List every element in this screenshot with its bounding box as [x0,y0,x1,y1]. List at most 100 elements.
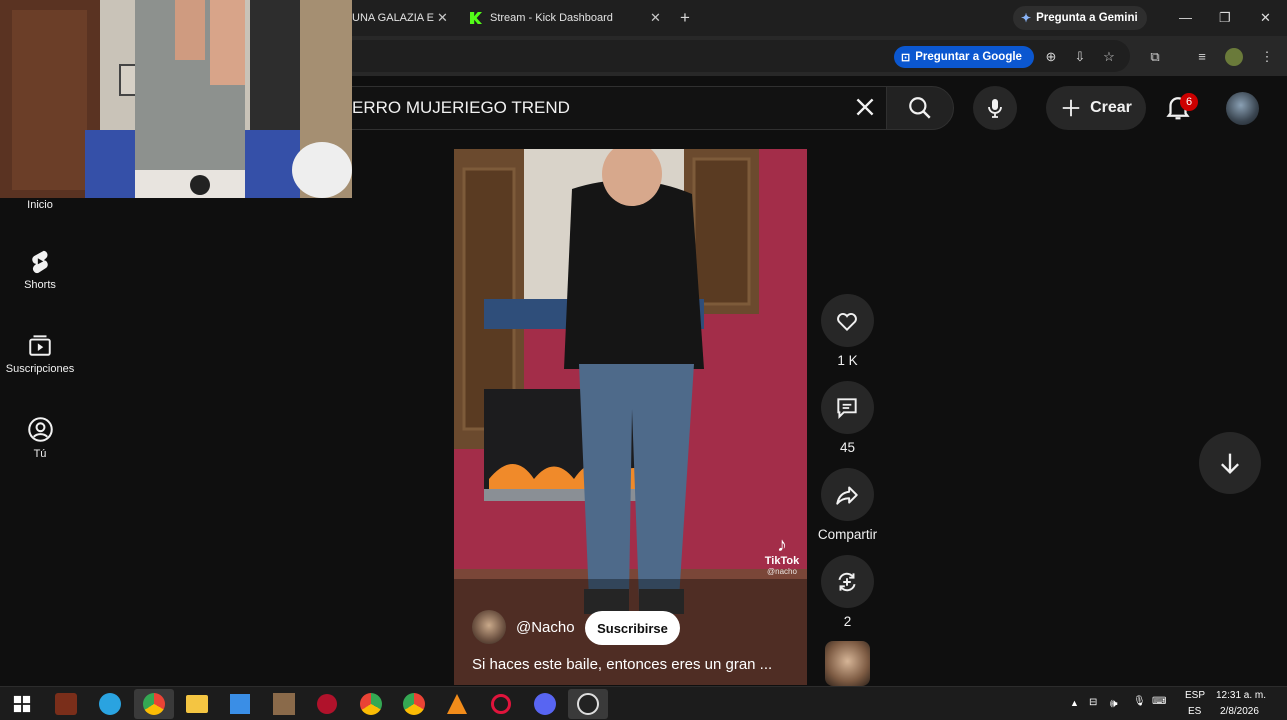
share-label: Compartir [817,527,878,542]
keyboard-icon[interactable]: ⌨ [1152,696,1166,707]
tiktok-watermark-handle: @nacho [767,567,797,576]
comment-icon [837,398,857,420]
gemini-label: Pregunta a Gemini [1036,12,1138,24]
short-caption[interactable]: Si haces este baile, entonces eres un gr… [472,656,792,673]
taskbar-app-chrome[interactable] [134,689,174,719]
close-tab-icon[interactable]: ✕ [650,10,661,26]
sidebar-item-inicio[interactable]: Inicio [0,199,80,211]
share-button[interactable] [821,468,874,521]
sidebar-item-suscripciones[interactable]: Suscripciones [0,332,80,375]
close-tab-icon[interactable]: ✕ [437,10,448,26]
taskbar-app-file-explorer[interactable] [177,689,217,719]
create-button[interactable]: Crear [1046,86,1146,130]
new-tab-icon[interactable]: + [680,8,690,28]
sidebar-item-label: Shorts [24,279,56,291]
close-window-icon[interactable]: ✕ [1260,10,1271,26]
taskbar-app-chrome-alt[interactable] [394,689,434,719]
language-bottom[interactable]: ES [1188,706,1201,717]
media-control-icon[interactable]: ≡ [1193,48,1211,66]
comment-count: 45 [839,440,856,455]
taskbar-app-discord[interactable] [525,689,565,719]
taskbar-app-vlc[interactable] [437,689,477,719]
tray-overflow-icon[interactable]: ▲ [1070,698,1079,708]
channel-avatar[interactable] [472,610,506,644]
comments-button[interactable] [821,381,874,434]
taskbar-app-opera[interactable] [481,689,521,719]
user-icon [27,417,53,442]
like-button[interactable] [821,294,874,347]
screen: UNA GALAZIA E ✕ Stream - Kick Dashboard … [0,0,1287,720]
extensions-icon[interactable]: ⧉ [1146,48,1164,66]
sidebar-item-label: Tú [33,448,47,460]
clock-date[interactable]: 2/8/2026 [1220,706,1259,717]
store-icon [230,694,250,714]
profile-avatar-icon[interactable] [1225,48,1243,66]
lens-icon: ⊡ [901,51,911,64]
account-avatar[interactable] [1226,92,1259,125]
subscribe-button[interactable]: Suscribirse [585,611,680,645]
chrome-icon [403,693,425,715]
start-button[interactable] [2,689,42,719]
subscribe-label: Suscribirse [597,620,668,636]
tab-kick-dashboard[interactable]: Stream - Kick Dashboard [470,4,613,32]
short-video-player[interactable] [454,149,807,685]
bookmark-star-icon[interactable]: ☆ [1100,48,1118,66]
microphone-tray-icon[interactable]: 🎙 [1133,696,1146,707]
windows-logo-icon [13,695,31,713]
obs-icon [577,693,599,715]
taskbar-app-obs[interactable] [568,689,608,719]
taskbar-app-game[interactable] [46,689,86,719]
game-app-icon [55,693,77,715]
sidebar-item-label: Inicio [27,199,53,211]
clear-search-icon[interactable] [852,94,878,120]
taskbar-app-red[interactable] [307,689,347,719]
install-app-icon[interactable]: ⇩ [1071,48,1089,66]
tiktok-watermark-label: TikTok [764,555,800,567]
gemini-sparkle-icon: ✦ [1021,11,1032,25]
like-count: 1 K [837,353,858,368]
microphone-icon [988,99,1002,118]
sound-thumbnail[interactable] [825,641,870,686]
sidebar-item-label: Suscripciones [5,363,75,375]
remix-button[interactable] [821,555,874,608]
video-frame-image [454,149,807,685]
chrome-icon [143,693,165,715]
gemini-button[interactable]: ✦ Pregunta a Gemini [1013,6,1147,30]
channel-name[interactable]: @Nacho [516,619,575,636]
taskbar-app-chrome-profile[interactable] [351,689,391,719]
chrome-icon [360,693,382,715]
ask-google-button[interactable]: ⊡ Preguntar a Google [894,46,1034,68]
heart-icon [837,312,857,332]
create-label: Crear [1090,99,1132,116]
photo-app-icon [273,693,295,715]
search-button[interactable] [886,86,954,130]
taskbar-app-store[interactable] [220,689,260,719]
sidebar-item-shorts[interactable]: Shorts [0,248,80,291]
voice-search-button[interactable] [973,86,1017,130]
folder-icon [186,695,208,713]
volume-icon[interactable]: 🕪 [1110,696,1118,711]
tab-title: Stream - Kick Dashboard [490,12,613,24]
taskbar-app-telegram[interactable] [90,689,130,719]
network-icon[interactable]: ⊟ [1089,697,1097,708]
plus-icon [1062,99,1080,117]
menu-kebab-icon[interactable]: ⋮ [1258,48,1276,66]
kick-icon [470,12,482,24]
opera-icon [491,694,511,714]
search-query-text: ERRO MUJERIEGO TREND [352,98,570,117]
maximize-icon[interactable]: ❐ [1219,10,1231,26]
taskbar-app-photo[interactable] [264,689,304,719]
zoom-icon[interactable]: ⊕ [1042,48,1060,66]
telegram-icon [99,693,121,715]
language-top[interactable]: ESP [1185,690,1205,701]
sidebar-item-tu[interactable]: Tú [0,416,80,460]
tab-title: UNA GALAZIA E [352,12,434,24]
red-app-icon [317,694,337,714]
vlc-cone-icon [447,694,467,714]
tab-una-galazia[interactable]: UNA GALAZIA E [352,4,434,32]
remix-count: 2 [843,614,852,629]
next-video-button[interactable] [1199,432,1261,494]
minimize-icon[interactable]: — [1179,10,1192,25]
clock-time[interactable]: 12:31 a. m. [1216,690,1266,701]
search-icon [909,97,931,119]
